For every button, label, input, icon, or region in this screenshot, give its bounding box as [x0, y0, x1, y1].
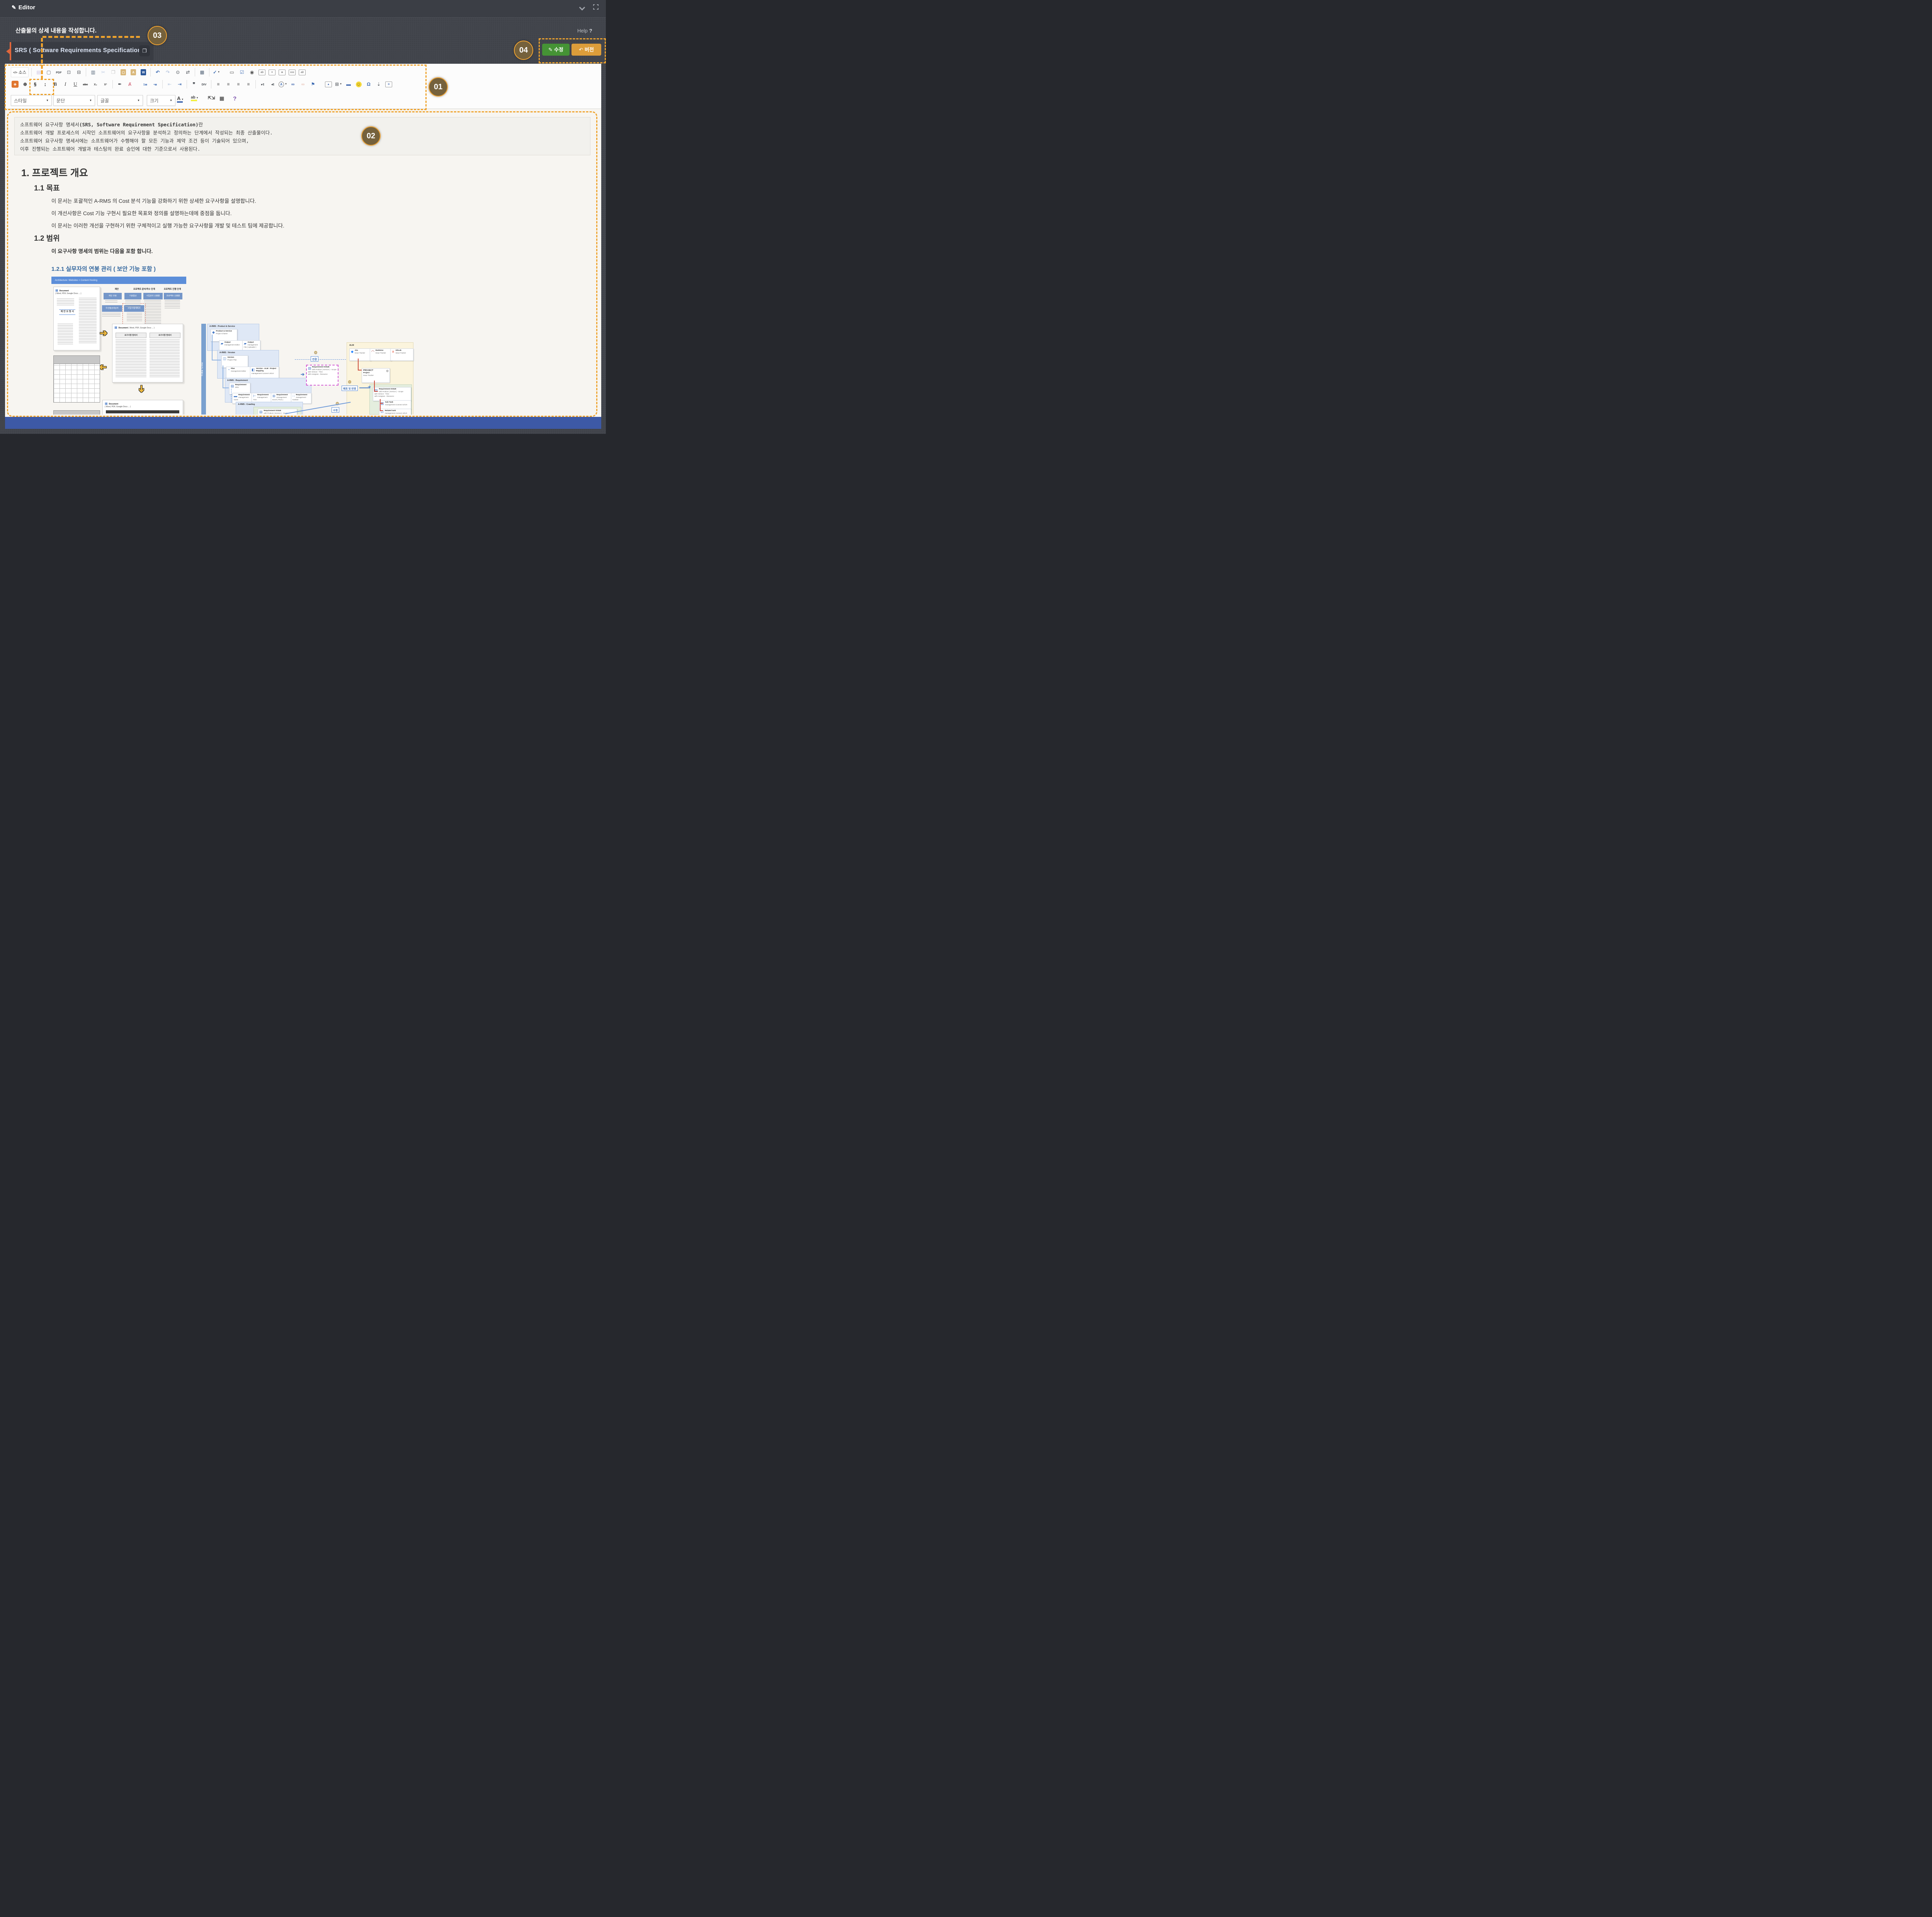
editor-page: ✎Editor 산출물의 상세 내용을 작성합니다. Help? 03 SRS … — [0, 0, 606, 434]
callout-03-target-box — [29, 79, 54, 95]
page-title: ✎Editor — [12, 4, 35, 11]
edit-pencil-icon: ✎ — [12, 4, 16, 10]
copy-document-button[interactable]: ❐ — [139, 45, 150, 56]
page-description: 산출물의 상세 내용을 작성합니다. — [15, 26, 97, 34]
editor-footer-bar — [5, 417, 601, 429]
callout-04-box — [539, 38, 606, 63]
callout-02-badge: 02 — [361, 126, 381, 146]
title-left-arrow-icon — [6, 49, 10, 54]
document-title: SRS ( Software Requirements Specificatio… — [15, 47, 145, 54]
callout-03-badge: 03 — [148, 26, 167, 45]
expand-arrows-icon[interactable] — [593, 4, 599, 12]
callout-01-badge: 01 — [429, 77, 448, 97]
title-accent-bar — [10, 42, 11, 60]
callout-01-box — [5, 65, 427, 110]
callout-03-line-h — [43, 36, 140, 38]
help-link[interactable]: Help? — [577, 28, 592, 34]
top-header-bar — [0, 0, 606, 18]
callout-02-box — [7, 111, 597, 417]
help-question-icon: ? — [589, 28, 592, 34]
copy-icon: ❐ — [142, 48, 147, 54]
callout-04-badge: 04 — [514, 41, 533, 60]
collapse-chevron-icon[interactable] — [580, 5, 584, 9]
